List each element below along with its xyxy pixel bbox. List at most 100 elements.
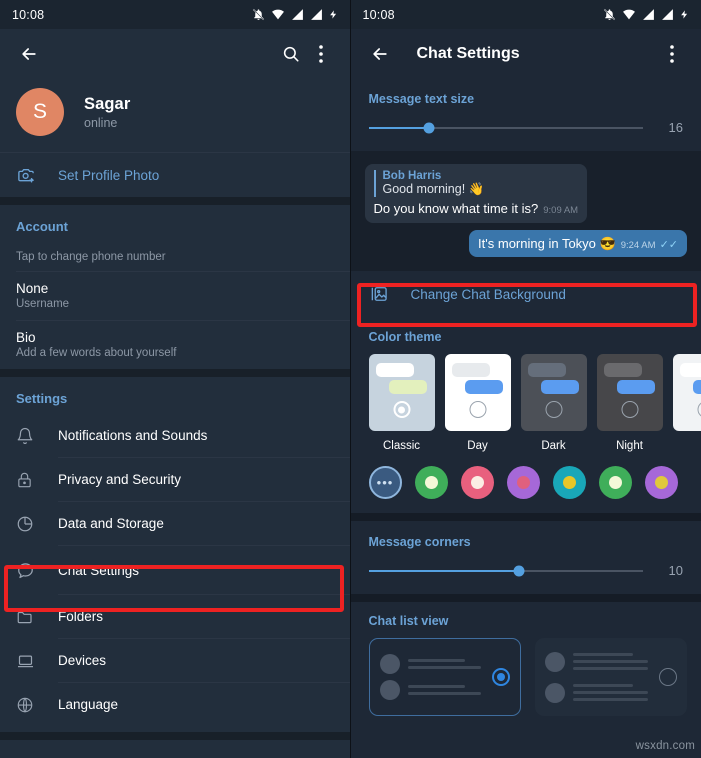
preview-lines [572, 649, 659, 674]
section-band [0, 369, 350, 377]
accent-swatch-green[interactable] [414, 466, 448, 499]
change-chat-background-button[interactable]: Change Chat Background [350, 271, 701, 317]
chat-list-view-radio-selected[interactable] [491, 668, 510, 686]
right-panel-chat-settings: 10:08 x Chat Settings Message text size … [350, 0, 701, 758]
section-band [0, 197, 350, 205]
page-title: Chat Settings [416, 44, 520, 62]
sidebar-item-label: Data and Storage [58, 516, 164, 531]
charging-bolt-icon [329, 8, 338, 21]
preview-line [572, 653, 633, 656]
set-profile-photo-button[interactable]: Set Profile Photo [0, 153, 350, 197]
slider-knob[interactable] [513, 565, 525, 576]
theme-option-day[interactable]: Day [444, 354, 511, 452]
slider-track[interactable] [368, 122, 643, 133]
change-chat-background-label: Change Chat Background [410, 286, 566, 302]
swatch-inner [562, 476, 576, 489]
phone-hint: Tap to change phone number [16, 251, 166, 263]
message-text-size-value: 16 [668, 120, 683, 135]
profile-header[interactable]: S Sagar online [0, 78, 350, 152]
settings-section-header: Settings [0, 377, 350, 414]
status-bar-right: 10:08 x [350, 0, 701, 29]
search-icon[interactable] [276, 39, 306, 69]
section-band [350, 594, 701, 602]
chat-preview: Bob Harris Good morning! 👋 Do you know w… [350, 151, 701, 271]
username-value: None [16, 281, 49, 296]
theme-bubble-out [464, 380, 503, 394]
theme-option-partial[interactable]: A [672, 354, 701, 452]
back-button[interactable] [365, 39, 395, 69]
more-vert-icon[interactable] [306, 39, 336, 69]
accent-swatch-violet[interactable] [644, 466, 678, 499]
sidebar-item-privacy[interactable]: Privacy and Security [0, 458, 350, 501]
theme-radio[interactable] [545, 401, 562, 418]
preview-avatar [544, 682, 565, 703]
incoming-message-bubble: Bob Harris Good morning! 👋 Do you know w… [364, 164, 588, 223]
sidebar-item-devices[interactable]: Devices [0, 639, 350, 682]
sidebar-item-chat-settings[interactable]: Chat Settings [0, 546, 350, 594]
signal-no-sim-icon: x [310, 8, 323, 21]
theme-radio[interactable] [469, 401, 486, 418]
swatch-inner [424, 476, 438, 489]
more-vert-icon[interactable] [657, 39, 687, 69]
theme-bubble-in [527, 363, 566, 377]
sidebar-item-data-storage[interactable]: Data and Storage [0, 502, 350, 545]
outgoing-row: It's morning in Tokyo 😎 9:24 AM ✓✓ [365, 230, 687, 257]
theme-option-classic[interactable]: Classic [368, 354, 435, 452]
swatch-inner [516, 476, 530, 489]
charging-bolt-icon [680, 8, 689, 21]
sidebar-item-label: Language [58, 697, 119, 712]
watermark: wsxdn.com [635, 740, 695, 752]
theme-option-dark[interactable]: Dark [520, 354, 587, 452]
outgoing-message-time: 9:24 AM [620, 240, 656, 251]
theme-option-night[interactable]: Night [596, 354, 663, 452]
message-corners-slider[interactable]: 10 [351, 549, 701, 594]
image-swap-icon [369, 284, 411, 304]
folder-icon [16, 608, 58, 626]
slider-track[interactable] [368, 565, 643, 576]
theme-name: A [673, 440, 701, 452]
message-text-size-slider[interactable]: 16 [351, 106, 701, 151]
username-row[interactable]: None Username [0, 272, 350, 320]
bio-row[interactable]: Bio Add a few words about yourself [0, 321, 350, 369]
profile-text: Sagar online [84, 95, 130, 130]
outgoing-message-text: It's morning in Tokyo 😎 [478, 236, 616, 251]
chat-list-view-radio[interactable] [658, 668, 677, 686]
sidebar-item-notifications[interactable]: Notifications and Sounds [0, 414, 350, 457]
preview-row [379, 654, 492, 674]
back-button[interactable] [14, 39, 44, 69]
theme-radio[interactable] [621, 401, 638, 418]
slider-fill [368, 126, 429, 129]
theme-bubble-out [540, 380, 579, 394]
outgoing-message-bubble: It's morning in Tokyo 😎 9:24 AM ✓✓ [469, 230, 687, 257]
sidebar-item-label: Chat Settings [58, 562, 140, 578]
slider-knob[interactable] [423, 122, 435, 133]
accent-swatch-pink[interactable] [460, 466, 494, 499]
accent-swatch-active[interactable]: ••• [368, 466, 402, 499]
status-bar-clock: 10:08 [12, 7, 45, 22]
sidebar-item-language[interactable]: Language [0, 683, 350, 726]
accent-swatch-green-2[interactable] [598, 466, 632, 499]
section-band [350, 513, 701, 521]
theme-radio[interactable] [697, 401, 701, 418]
read-receipt-icon: ✓✓ [659, 239, 678, 251]
preview-line [572, 667, 649, 670]
accent-color-swatches: ••• [351, 452, 701, 513]
sidebar-item-folders[interactable]: Folders [0, 595, 350, 638]
theme-card[interactable] [368, 354, 435, 431]
preview-line [407, 659, 465, 662]
theme-card[interactable] [672, 354, 701, 431]
theme-card[interactable] [596, 354, 663, 431]
chat-list-view-option-three-lines[interactable] [534, 638, 687, 716]
preview-avatar [379, 654, 400, 674]
accent-swatch-purple[interactable] [506, 466, 540, 499]
theme-radio-selected[interactable] [393, 401, 410, 418]
color-theme-list: Classic Day Dark Night [351, 344, 701, 452]
preview-line [572, 691, 649, 694]
theme-card[interactable] [520, 354, 587, 431]
accent-swatch-teal[interactable] [552, 466, 586, 499]
theme-card[interactable] [444, 354, 511, 431]
phone-number-row[interactable]: Tap to change phone number [0, 242, 350, 271]
profile-name: Sagar [84, 94, 131, 113]
chat-list-view-option-two-lines[interactable] [368, 638, 521, 716]
avatar: S [16, 88, 64, 136]
